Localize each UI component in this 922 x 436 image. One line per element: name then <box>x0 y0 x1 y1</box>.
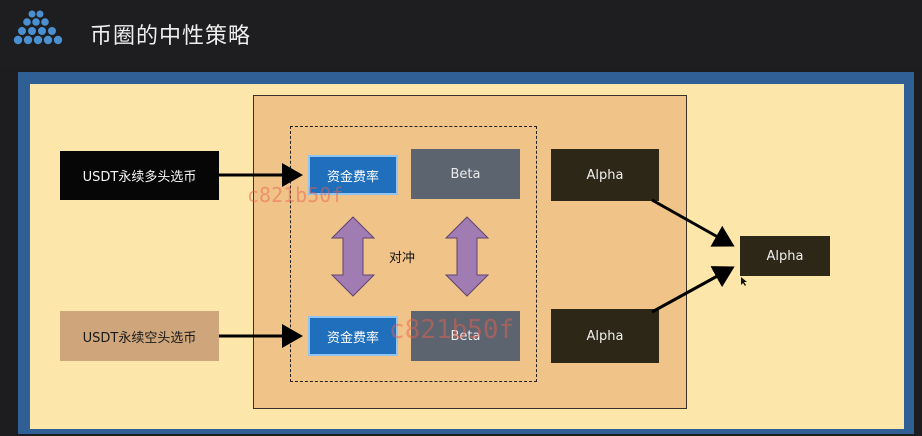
watermark-bottom: c821b50f <box>389 315 515 345</box>
hedge-double-arrow-right <box>444 216 490 297</box>
mouse-cursor-icon <box>741 277 747 286</box>
arrow-alpha-top-to-result <box>651 198 735 247</box>
watermark-top: c821b50f <box>247 183 344 207</box>
hedge-double-arrow-left <box>330 216 376 297</box>
diagram-arrows <box>219 163 735 348</box>
arrow-alpha-bottom-to-result <box>651 266 735 314</box>
